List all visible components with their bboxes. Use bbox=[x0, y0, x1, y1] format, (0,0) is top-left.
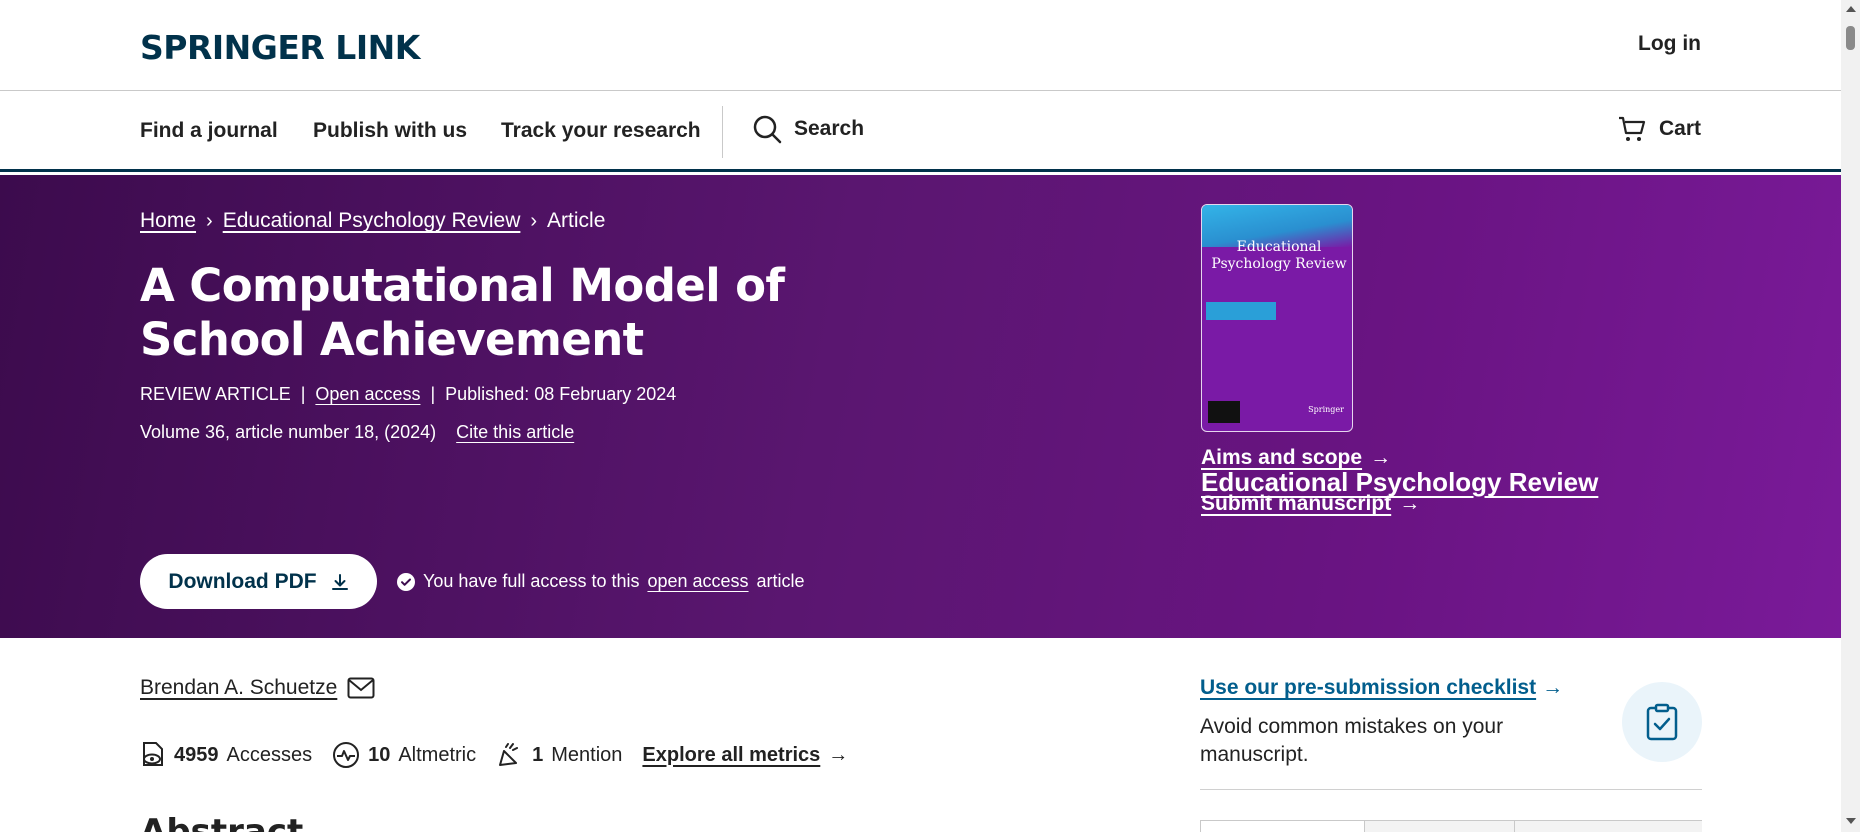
author-row: Brendan A. Schuetze bbox=[140, 676, 375, 700]
pre-submission-checklist-link[interactable]: Use our pre-submission checklist → bbox=[1200, 676, 1563, 700]
nav-find-journal[interactable]: Find a journal bbox=[140, 119, 278, 143]
access-note: You have full access to this open access… bbox=[397, 571, 805, 592]
submit-manuscript-link[interactable]: Submit manuscript → bbox=[1201, 492, 1420, 516]
cover-title: Educational Psychology Review bbox=[1211, 239, 1347, 272]
breadcrumb: Home › Educational Psychology Review › A… bbox=[140, 209, 605, 233]
download-pdf-button[interactable]: Download PDF bbox=[140, 554, 377, 609]
sidebar-tab[interactable] bbox=[1200, 821, 1364, 832]
article-hero: Home › Educational Psychology Review › A… bbox=[0, 175, 1841, 638]
site-header: SPRINGER LINK Log in bbox=[0, 0, 1841, 91]
article-volume-row: Volume 36, article number 18, (2024) Cit… bbox=[140, 422, 574, 443]
check-circle-icon bbox=[397, 572, 415, 591]
sidebar-tab[interactable] bbox=[1364, 821, 1514, 832]
published-date: Published: 08 February 2024 bbox=[445, 384, 677, 404]
accesses-count: 4959 bbox=[174, 743, 219, 766]
article-title: A Computational Model of School Achievem… bbox=[140, 259, 785, 366]
checklist-description: Avoid common mistakes on your manuscript… bbox=[1200, 715, 1504, 766]
search-icon bbox=[753, 115, 782, 144]
cart-icon bbox=[1618, 116, 1646, 141]
checklist-link-label: Use our pre-submission checklist bbox=[1200, 676, 1537, 699]
altmetric-count: 10 bbox=[368, 743, 391, 766]
download-pdf-label: Download PDF bbox=[168, 569, 317, 593]
page-scrollbar[interactable] bbox=[1841, 0, 1860, 832]
mention-label: Mention bbox=[551, 743, 623, 766]
sidebar-tab[interactable] bbox=[1514, 821, 1702, 832]
springer-link-logo[interactable]: SPRINGER LINK bbox=[140, 28, 420, 67]
chevron-right-icon: › bbox=[530, 209, 538, 232]
login-link[interactable]: Log in bbox=[1638, 32, 1701, 56]
article-volume: Volume 36, article number 18, (2024) bbox=[140, 422, 437, 442]
open-access-info-link[interactable]: open access bbox=[647, 571, 748, 592]
article-meta: REVIEW ARTICLE | Open access | Published… bbox=[140, 384, 676, 405]
sidebar-divider bbox=[1200, 789, 1702, 790]
accesses-icon bbox=[143, 742, 163, 766]
scroll-thumb[interactable] bbox=[1846, 26, 1855, 50]
arrow-right-icon: → bbox=[828, 743, 849, 766]
abstract-heading: Abstract bbox=[140, 812, 304, 832]
sidebar-tabs bbox=[1200, 820, 1702, 832]
explore-metrics-link[interactable]: Explore all metrics → bbox=[642, 744, 848, 767]
article-type: REVIEW ARTICLE bbox=[140, 384, 291, 404]
cite-article-link[interactable]: Cite this article bbox=[456, 422, 574, 443]
arrow-right-icon: → bbox=[1399, 492, 1421, 515]
altmetric-icon bbox=[333, 742, 360, 768]
aims-scope-link[interactable]: Aims and scope → bbox=[1201, 446, 1391, 470]
meta-separator: | bbox=[300, 384, 306, 404]
article-metrics: 4959 Accesses 10 Altmetric 1 Mention Exp… bbox=[140, 741, 848, 769]
nav-divider bbox=[722, 106, 723, 158]
cart-label: Cart bbox=[1658, 117, 1701, 140]
breadcrumb-home[interactable]: Home bbox=[140, 209, 196, 233]
download-icon bbox=[331, 573, 348, 590]
nav-track-research[interactable]: Track your research bbox=[501, 119, 701, 143]
arrow-right-icon: → bbox=[1542, 676, 1564, 699]
access-prefix: You have full access to this bbox=[423, 571, 640, 591]
mention-count: 1 bbox=[532, 743, 544, 766]
accesses-metric: 4959 Accesses bbox=[140, 741, 312, 769]
clipboard-check-icon bbox=[1622, 682, 1702, 762]
altmetric-metric: 10 Altmetric bbox=[332, 741, 476, 769]
accesses-label: Accesses bbox=[226, 743, 313, 766]
submit-manuscript-label: Submit manuscript bbox=[1201, 492, 1392, 515]
breadcrumb-current: Article bbox=[547, 209, 606, 232]
open-access-link[interactable]: Open access bbox=[315, 384, 420, 405]
megaphone-icon bbox=[499, 743, 519, 766]
cart-button[interactable]: Cart bbox=[1617, 114, 1701, 144]
scroll-down-arrow[interactable] bbox=[1846, 818, 1856, 824]
search-button[interactable]: Search bbox=[752, 114, 864, 144]
breadcrumb-journal[interactable]: Educational Psychology Review bbox=[223, 209, 521, 233]
aims-scope-label: Aims and scope bbox=[1201, 446, 1363, 469]
arrow-right-icon: → bbox=[1370, 446, 1392, 469]
access-suffix: article bbox=[756, 571, 805, 591]
meta-separator: | bbox=[430, 384, 436, 404]
cover-badge bbox=[1208, 401, 1240, 423]
search-label: Search bbox=[794, 117, 865, 140]
cover-strip bbox=[1206, 302, 1276, 320]
cover-publisher: Springer bbox=[1308, 405, 1344, 414]
explore-metrics-label: Explore all metrics bbox=[642, 743, 821, 766]
nav-publish-with-us[interactable]: Publish with us bbox=[313, 119, 467, 143]
chevron-right-icon: › bbox=[206, 209, 213, 232]
author-name-link[interactable]: Brendan A. Schuetze bbox=[140, 676, 337, 700]
email-icon[interactable] bbox=[347, 677, 375, 699]
mention-metric: 1 Mention bbox=[496, 741, 622, 769]
journal-cover-image[interactable]: Educational Psychology Review Springer bbox=[1201, 204, 1353, 432]
main-nav: Find a journal Publish with us Track you… bbox=[0, 92, 1841, 172]
altmetric-label: Altmetric bbox=[398, 743, 477, 766]
scroll-up-arrow[interactable] bbox=[1846, 6, 1856, 12]
